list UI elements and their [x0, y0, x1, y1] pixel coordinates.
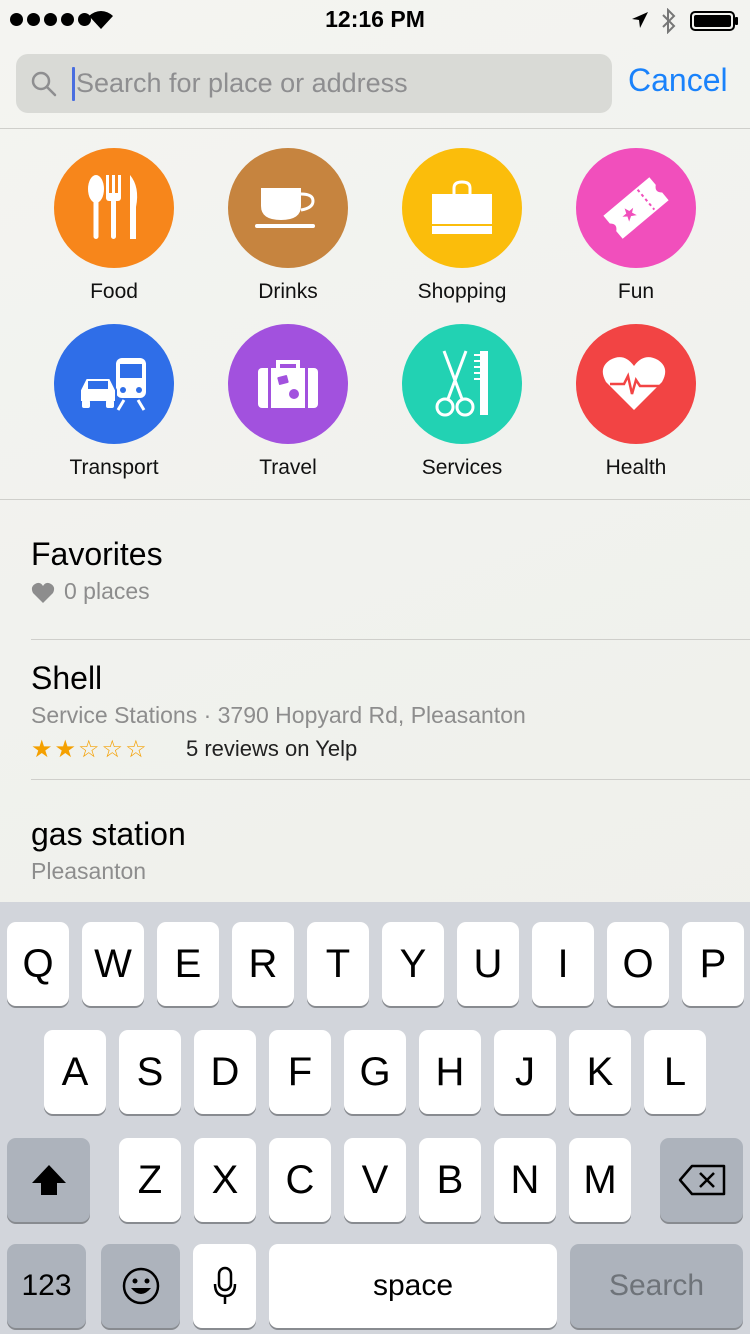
- category-transport-circle: [54, 324, 174, 444]
- star-rating: ★★☆☆☆: [31, 736, 149, 763]
- category-label: Shopping: [417, 280, 507, 303]
- shift-icon: [31, 1165, 66, 1195]
- category-label: Services: [421, 456, 503, 479]
- key-u[interactable]: U: [457, 922, 519, 1006]
- category-travel[interactable]: Travel: [213, 324, 363, 480]
- key-q[interactable]: Q: [7, 922, 69, 1006]
- key-a[interactable]: A: [44, 1030, 106, 1114]
- category-transport[interactable]: Transport: [39, 324, 189, 480]
- text-cursor: [72, 67, 75, 101]
- category-fun[interactable]: Fun: [561, 148, 711, 304]
- category-drinks[interactable]: Drinks: [213, 148, 363, 304]
- yelp-reviews: 5 reviews on Yelp: [186, 736, 358, 761]
- microphone-icon: [213, 1266, 236, 1304]
- key-m[interactable]: M: [569, 1138, 631, 1222]
- category-food[interactable]: Food: [39, 148, 189, 304]
- key-w[interactable]: W: [82, 922, 144, 1006]
- microphone-key[interactable]: [193, 1244, 256, 1328]
- divider: [31, 779, 750, 780]
- key-s[interactable]: S: [119, 1030, 181, 1114]
- space-key[interactable]: space: [269, 1244, 557, 1328]
- key-e[interactable]: E: [157, 922, 219, 1006]
- key-k[interactable]: K: [569, 1030, 631, 1114]
- category-label: Travel: [259, 456, 317, 479]
- favorites-count: 0 places: [64, 578, 150, 604]
- category-services-circle: [402, 324, 522, 444]
- result-subtitle: Service Stations · 3790 Hopyard Rd, Plea…: [31, 702, 526, 728]
- divider: [31, 639, 750, 640]
- search-key[interactable]: Search: [570, 1244, 743, 1328]
- key-f[interactable]: F: [269, 1030, 331, 1114]
- category-label: Fun: [617, 280, 655, 303]
- coffee-cup-icon: [255, 188, 315, 228]
- backspace-key[interactable]: [660, 1138, 743, 1222]
- key-p[interactable]: P: [682, 922, 744, 1006]
- category-health[interactable]: Health: [561, 324, 711, 480]
- key-c[interactable]: C: [269, 1138, 331, 1222]
- search-input[interactable]: [76, 54, 596, 113]
- key-i[interactable]: I: [532, 922, 594, 1006]
- category-fun-circle: [576, 148, 696, 268]
- shift-key[interactable]: [7, 1138, 90, 1222]
- key-h[interactable]: H: [419, 1030, 481, 1114]
- key-y[interactable]: Y: [382, 922, 444, 1006]
- category-label: Drinks: [258, 280, 318, 303]
- key-j[interactable]: J: [494, 1030, 556, 1114]
- location-arrow-icon: [632, 12, 648, 28]
- category-health-circle: [576, 324, 696, 444]
- battery-icon: [690, 11, 738, 31]
- category-label: Health: [605, 456, 667, 479]
- category-services[interactable]: Services: [387, 324, 537, 480]
- key-r[interactable]: R: [232, 922, 294, 1006]
- category-label: Food: [90, 280, 138, 303]
- key-x[interactable]: X: [194, 1138, 256, 1222]
- key-n[interactable]: N: [494, 1138, 556, 1222]
- favorites-title: Favorites: [31, 536, 163, 572]
- category-label: Transport: [69, 456, 159, 479]
- key-l[interactable]: L: [644, 1030, 706, 1114]
- key-g[interactable]: G: [344, 1030, 406, 1114]
- key-d[interactable]: D: [194, 1030, 256, 1114]
- key-z[interactable]: Z: [119, 1138, 181, 1222]
- fork-knife-icon: [88, 175, 138, 239]
- keyboard: QWERTYUIOP ASDFGHJKL ZXCVBNM 123 space S…: [0, 902, 750, 1334]
- search-icon: [31, 71, 57, 97]
- search-bar[interactable]: [16, 54, 612, 113]
- category-shopping[interactable]: Shopping: [387, 148, 537, 304]
- emoji-key[interactable]: [101, 1244, 180, 1328]
- scissors-comb-icon: [435, 350, 488, 417]
- category-travel-circle: [228, 324, 348, 444]
- cancel-button[interactable]: Cancel: [628, 62, 728, 99]
- suitcase-icon: [258, 360, 318, 408]
- key-b[interactable]: B: [419, 1138, 481, 1222]
- result-subtitle: Pleasanton: [31, 858, 147, 884]
- heart-pulse-icon: [602, 357, 670, 410]
- key-v[interactable]: V: [344, 1138, 406, 1222]
- bluetooth-icon: [662, 8, 676, 34]
- shopping-bag-icon: [432, 180, 492, 234]
- divider: [0, 499, 750, 500]
- key-t[interactable]: T: [307, 922, 369, 1006]
- category-shopping-circle: [402, 148, 522, 268]
- result-title: gas station: [31, 816, 186, 852]
- emoji-icon: [122, 1267, 159, 1305]
- divider: [0, 128, 750, 129]
- category-drinks-circle: [228, 148, 348, 268]
- result-title: Shell: [31, 660, 103, 696]
- category-food-circle: [54, 148, 174, 268]
- ticket-icon: [603, 177, 669, 239]
- numbers-key[interactable]: 123: [7, 1244, 86, 1328]
- status-bar: 12:16 PM: [0, 0, 750, 40]
- car-train-icon: [79, 358, 146, 411]
- backspace-icon: [678, 1164, 725, 1196]
- key-o[interactable]: O: [607, 922, 669, 1006]
- heart-icon: [31, 582, 55, 603]
